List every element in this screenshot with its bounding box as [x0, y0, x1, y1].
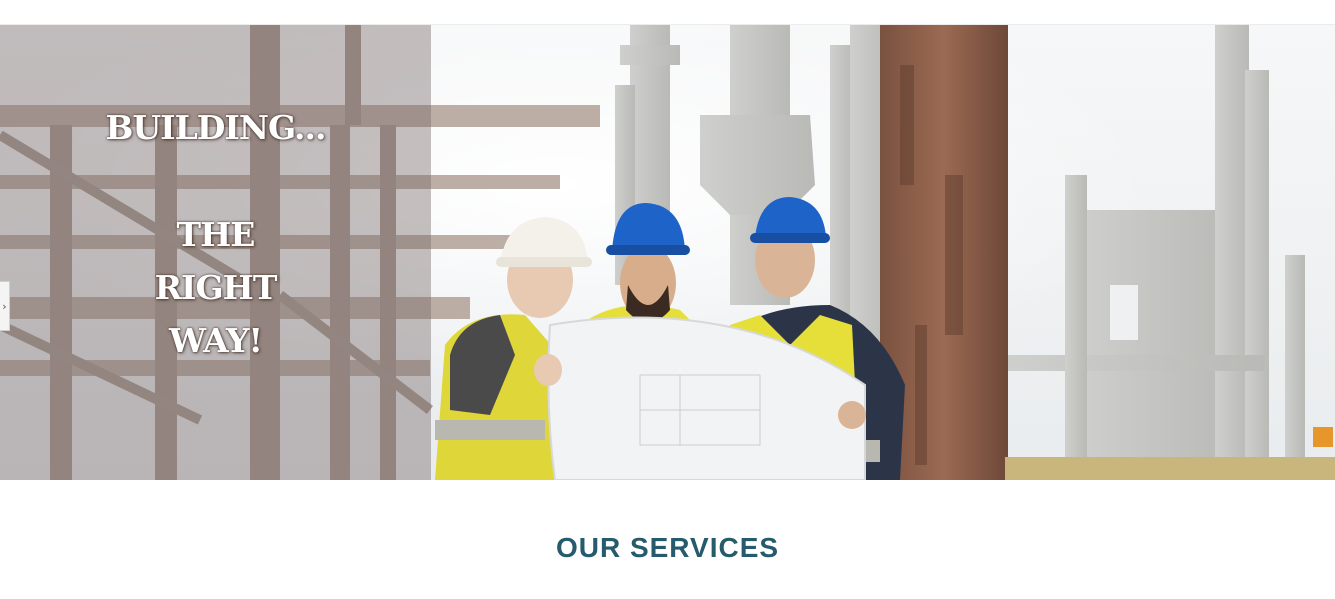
- hero-line-building: BUILDING...: [105, 108, 327, 147]
- hero-slider[interactable]: BUILDING... THE RIGHT WAY! ›: [0, 25, 1335, 480]
- header-strip: [0, 0, 1335, 25]
- section-title-services: OUR SERVICES: [555, 532, 780, 563]
- hero-line-way: WAY!: [169, 321, 263, 360]
- slider-prev-button[interactable]: ›: [0, 281, 10, 331]
- chevron-right-icon: ›: [2, 299, 7, 313]
- hero-line-right: RIGHT: [154, 268, 278, 307]
- hero-line-the: THE: [176, 215, 256, 254]
- hero-caption: BUILDING... THE RIGHT WAY!: [0, 25, 431, 480]
